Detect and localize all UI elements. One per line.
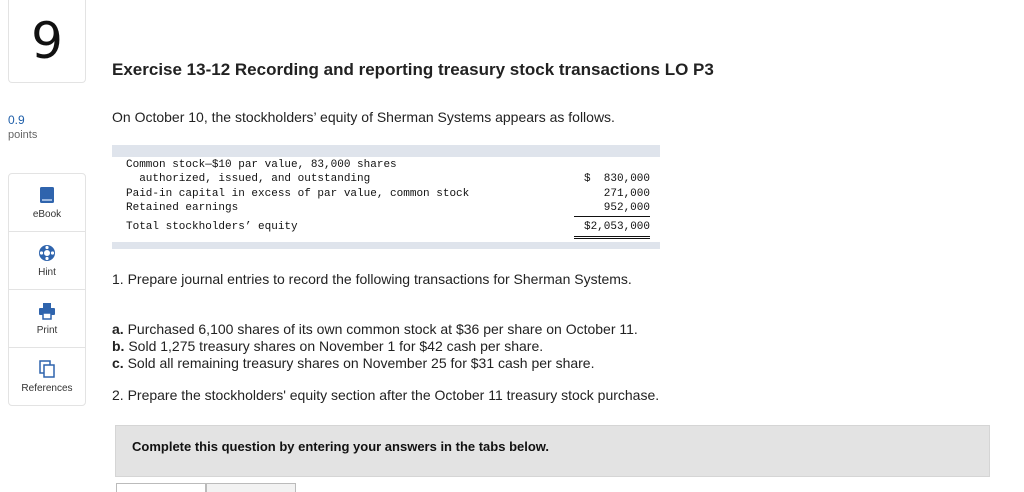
hint-button[interactable]: Hint — [9, 232, 85, 290]
hint-label: Hint — [38, 266, 56, 278]
row-total-amount: $2,053,000 — [583, 221, 650, 233]
print-button[interactable]: Print — [9, 290, 85, 348]
item-c-text: Sold all remaining treasury shares on No… — [123, 355, 595, 371]
row-common-stock-amount: $ 830,000 — [583, 173, 650, 185]
print-icon — [38, 302, 56, 320]
item-c: c. Sold all remaining treasury shares on… — [112, 355, 595, 371]
exercise-title: Exercise 13-12 Recording and reporting t… — [112, 60, 714, 79]
question-number: 9 — [31, 12, 63, 70]
item-a-text: Purchased 6,100 shares of its own common… — [123, 321, 638, 337]
answer-tab-2[interactable] — [206, 483, 296, 492]
total-double-underline-2 — [574, 238, 650, 239]
book-icon — [38, 186, 56, 204]
row-paid-in-amount: 271,000 — [603, 188, 650, 200]
item-b-text: Sold 1,275 treasury shares on November 1… — [124, 338, 544, 354]
table-top-bar — [112, 145, 660, 157]
item-a-label: a. — [112, 321, 124, 337]
complete-instructions-text: Complete this question by entering your … — [132, 439, 550, 454]
question-2-text: 2. Prepare the stockholders' equity sect… — [112, 387, 660, 403]
ebook-button[interactable]: eBook — [9, 174, 85, 232]
item-b: b. Sold 1,275 treasury shares on Novembe… — [112, 338, 543, 354]
references-button[interactable]: References — [9, 348, 85, 405]
row-paid-in-label: Paid-in capital in excess of par value, … — [126, 188, 470, 200]
intro-text: On October 10, the stockholders’ equity … — [112, 109, 615, 125]
points-label: points — [8, 129, 38, 141]
tools-panel: eBook Hint Print References — [8, 173, 86, 406]
print-label: Print — [36, 324, 58, 336]
row-total-label: Total stockholders’ equity — [126, 221, 298, 233]
row-common-stock-label-2: authorized, issued, and outstanding — [126, 173, 371, 185]
references-label: References — [21, 382, 73, 394]
points-value: 0.9 — [8, 113, 25, 127]
row-common-stock-label: Common stock—$10 par value, 83,000 share… — [126, 159, 397, 171]
total-double-underline-1 — [574, 236, 650, 237]
equity-table: Common stock—$10 par value, 83,000 share… — [112, 145, 660, 249]
row-retained-label: Retained earnings — [126, 202, 239, 214]
answer-tab-1[interactable] — [116, 483, 206, 492]
item-c-label: c. — [112, 355, 124, 371]
row-retained-amount: 952,000 — [603, 202, 650, 214]
item-b-label: b. — [112, 338, 125, 354]
ebook-label: eBook — [32, 208, 62, 220]
item-a: a. Purchased 6,100 shares of its own com… — [112, 321, 638, 337]
table-bottom-bar — [112, 242, 660, 249]
references-icon — [38, 359, 56, 378]
subtotal-underline — [574, 216, 650, 217]
question-number-box: 9 — [8, 0, 86, 83]
question-1-text: 1. Prepare journal entries to record the… — [112, 271, 632, 287]
hint-icon — [38, 244, 56, 262]
complete-instructions-banner: Complete this question by entering your … — [115, 425, 990, 477]
